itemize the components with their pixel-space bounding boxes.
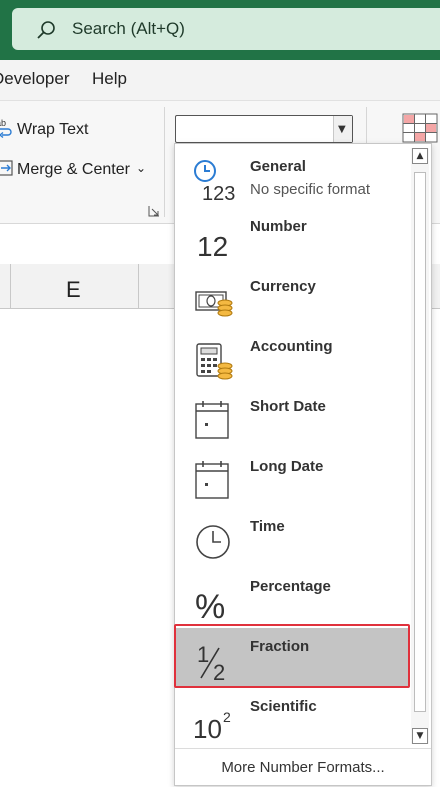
svg-text:2: 2 <box>223 709 231 725</box>
merge-center-icon <box>0 160 13 176</box>
more-number-formats-link[interactable]: More Number Formats... <box>175 748 431 787</box>
svg-text:10: 10 <box>193 714 222 742</box>
format-item-percentage[interactable]: % Percentage <box>175 568 409 628</box>
chevron-down-icon: ▼ <box>338 124 346 135</box>
format-item-time[interactable]: Time <box>175 508 409 568</box>
tab-help[interactable]: Help <box>92 69 127 89</box>
conditional-formatting-icon[interactable] <box>402 113 438 143</box>
format-label: Percentage <box>250 578 331 595</box>
scroll-up-arrow-icon[interactable]: ▲ <box>412 148 428 164</box>
format-label: Number <box>250 218 307 235</box>
scientific-icon: 10 2 <box>193 709 231 742</box>
svg-text:12: 12 <box>197 231 228 262</box>
dialog-launcher-icon[interactable] <box>148 205 160 217</box>
scroll-thumb[interactable] <box>414 172 426 712</box>
wrap-text-icon: ab <box>0 118 12 139</box>
format-item-currency[interactable]: Currency <box>175 268 409 328</box>
dropdown-scrollbar[interactable]: ▲ ▼ <box>411 148 429 744</box>
format-item-general[interactable]: 123 General No specific format <box>175 148 409 208</box>
search-box[interactable]: Search (Alt+Q) <box>12 8 440 50</box>
number-format-dropdown-button[interactable]: ▼ <box>333 116 352 142</box>
merge-center-button[interactable]: Merge & Center <box>17 161 130 179</box>
number-format-dropdown: 123 General No specific format 12 Number… <box>174 143 432 786</box>
wrap-text-button[interactable]: Wrap Text <box>17 121 88 139</box>
format-label: Scientific <box>250 698 317 715</box>
clock-icon <box>196 525 230 559</box>
column-header-e[interactable]: E <box>66 277 81 303</box>
accounting-calculator-icon <box>196 343 233 380</box>
format-label: Time <box>250 518 285 535</box>
svg-text:ab: ab <box>0 118 6 128</box>
calendar-icon <box>195 401 229 439</box>
merge-dropdown-chevron-icon[interactable]: ⌄ <box>136 161 146 175</box>
format-item-scientific[interactable]: 10 2 Scientific <box>175 688 409 748</box>
format-label: Accounting <box>250 338 333 355</box>
format-label: Long Date <box>250 458 324 475</box>
ribbon-group-separator <box>164 107 165 217</box>
search-icon <box>37 21 55 39</box>
scroll-down-arrow-icon[interactable]: ▼ <box>412 728 428 744</box>
svg-text:%: % <box>195 588 225 622</box>
format-label: Currency <box>250 278 316 295</box>
number-format-combobox[interactable]: ▼ <box>175 115 353 143</box>
calendar-icon <box>195 461 229 499</box>
format-item-accounting[interactable]: Accounting <box>175 328 409 388</box>
format-label: Short Date <box>250 398 326 415</box>
tab-developer[interactable]: Developer <box>0 69 70 89</box>
svg-text:123: 123 <box>202 183 235 202</box>
general-123-icon: 123 <box>194 160 235 202</box>
number-12-icon: 12 <box>197 231 228 262</box>
selection-highlight-box <box>174 624 410 688</box>
format-item-long-date[interactable]: Long Date <box>175 448 409 508</box>
percent-icon: % <box>195 588 225 622</box>
format-description: No specific format <box>250 181 371 198</box>
ribbon-tabs: Developer Help <box>0 60 440 101</box>
currency-icon <box>195 291 233 317</box>
title-bar: Search (Alt+Q) <box>0 0 440 60</box>
format-label: General <box>250 158 306 175</box>
format-item-short-date[interactable]: Short Date <box>175 388 409 448</box>
column-divider[interactable] <box>10 264 11 308</box>
format-item-number[interactable]: 12 Number <box>175 208 409 268</box>
column-divider[interactable] <box>138 264 139 308</box>
search-placeholder: Search (Alt+Q) <box>72 19 185 38</box>
